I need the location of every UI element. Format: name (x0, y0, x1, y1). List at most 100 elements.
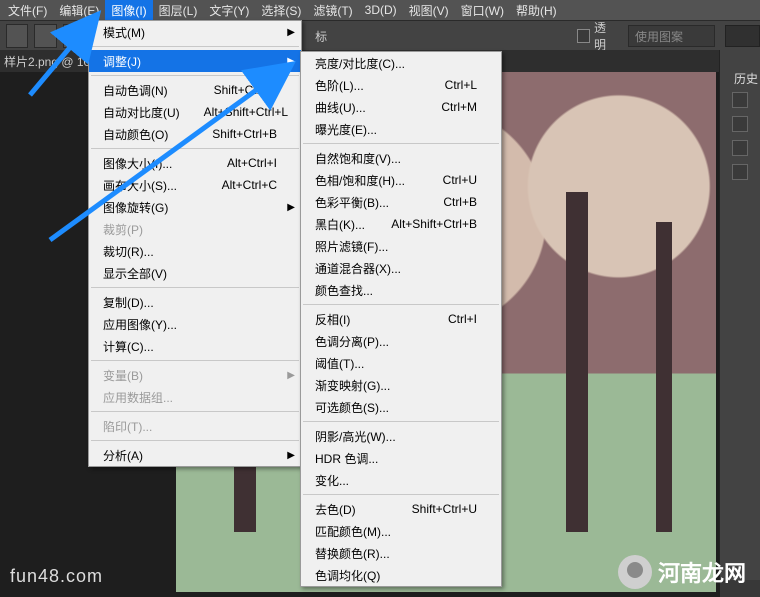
menu-item[interactable]: 黑白(K)...Alt+Shift+Ctrl+B (301, 213, 501, 235)
menu-item[interactable]: 曝光度(E)... (301, 118, 501, 140)
menu-item-shortcut: Alt+Ctrl+C (222, 178, 277, 192)
menu-item-label: 显示全部(V) (103, 265, 277, 282)
menu-item[interactable]: 复制(D)... (89, 291, 301, 313)
menu-item[interactable]: 替换颜色(R)... (301, 542, 501, 564)
menubar-item[interactable]: 选择(S) (255, 0, 307, 21)
menu-item[interactable]: 图像旋转(G) ▶ (89, 196, 301, 218)
menubar-item[interactable]: 滤镜(T) (307, 0, 358, 21)
menu-item-label: 照片滤镜(F)... (315, 238, 477, 255)
menu-item[interactable]: 阈值(T)... (301, 352, 501, 374)
opt-button-2[interactable] (34, 24, 56, 48)
menu-item[interactable]: 渐变映射(G)... (301, 374, 501, 396)
menu-item[interactable]: 计算(C)... (89, 335, 301, 357)
menubar-item[interactable]: 编辑(E) (53, 0, 105, 21)
menu-item[interactable]: 曲线(U)...Ctrl+M (301, 96, 501, 118)
menu-item[interactable]: 裁切(R)... (89, 240, 301, 262)
menu-separator (303, 304, 499, 305)
menu-item-label: 图像旋转(G) (103, 199, 277, 216)
menu-item-label: 阈值(T)... (315, 355, 477, 372)
menu-item-label: 应用数据组... (103, 389, 277, 406)
opt-button-1[interactable] (6, 24, 28, 48)
menu-item[interactable]: 色调分离(P)... (301, 330, 501, 352)
submenu-arrow-icon: ▶ (287, 370, 295, 381)
menu-item-label: 色调分离(P)... (315, 333, 477, 350)
menu-separator (91, 411, 299, 412)
menubar-item[interactable]: 帮助(H) (510, 0, 563, 21)
menu-item[interactable]: 色彩平衡(B)...Ctrl+B (301, 191, 501, 213)
opt-button-3[interactable] (63, 24, 85, 48)
menu-item[interactable]: 色阶(L)...Ctrl+L (301, 74, 501, 96)
menubar-item[interactable]: 窗口(W) (455, 0, 510, 21)
menu-item[interactable]: 照片滤镜(F)... (301, 235, 501, 257)
menu-item-label: 渐变映射(G)... (315, 377, 477, 394)
menu-item-label: 可选颜色(S)... (315, 399, 477, 416)
menu-item-label: 通道混合器(X)... (315, 260, 477, 277)
menu-item-label: 复制(D)... (103, 294, 277, 311)
menu-item[interactable]: 亮度/对比度(C)... (301, 52, 501, 74)
menubar-item[interactable]: 图层(L) (153, 0, 204, 21)
menu-separator (91, 46, 299, 47)
photo-decor (566, 192, 588, 532)
panel-box-3[interactable] (732, 140, 748, 156)
menu-item[interactable]: HDR 色调... (301, 447, 501, 469)
menubar-item[interactable]: 视图(V) (403, 0, 455, 21)
menu-item[interactable]: 调整(J)▶ (89, 50, 301, 72)
menu-item-label: 曲线(U)... (315, 99, 417, 116)
menu-item[interactable]: 画布大小(S)... Alt+Ctrl+C (89, 174, 301, 196)
submenu-arrow-icon: ▶ (287, 56, 295, 67)
menu-item[interactable]: 色调均化(Q) (301, 564, 501, 586)
menu-item[interactable]: 显示全部(V) (89, 262, 301, 284)
menubar-item[interactable]: 图像(I) (105, 0, 152, 21)
menu-item-label: 去色(D) (315, 501, 388, 518)
menubar-item[interactable]: 3D(D) (359, 1, 403, 19)
menu-separator (303, 421, 499, 422)
submenu-arrow-icon: ▶ (287, 27, 295, 38)
menu-item[interactable]: 自动色调(N)Shift+Ctrl+L (89, 79, 301, 101)
menu-item[interactable]: 图像大小(I)... Alt+Ctrl+I (89, 152, 301, 174)
menu-item-label: 裁剪(P) (103, 221, 277, 238)
history-tab[interactable]: 历史 (734, 70, 758, 87)
menu-item-label: 色调均化(Q) (315, 567, 477, 584)
menu-item[interactable]: 自动颜色(O)Shift+Ctrl+B (89, 123, 301, 145)
menu-item[interactable]: 模式(M)▶ (89, 21, 301, 43)
photo-decor (656, 222, 672, 532)
menu-item[interactable]: 通道混合器(X)... (301, 257, 501, 279)
menu-item-label: 色彩平衡(B)... (315, 194, 419, 211)
menu-item[interactable]: 颜色查找... (301, 279, 501, 301)
menu-item: 变量(B)▶ (89, 364, 301, 386)
menu-item-label: 应用图像(Y)... (103, 316, 277, 333)
right-panel: 历史 (719, 50, 760, 580)
menu-item-label: 图像大小(I)... (103, 155, 203, 172)
panel-box-2[interactable] (732, 116, 748, 132)
menu-item[interactable]: 变化... (301, 469, 501, 491)
menu-separator (91, 360, 299, 361)
menubar-item[interactable]: 文件(F) (2, 0, 53, 21)
menu-item[interactable]: 自然饱和度(V)... (301, 147, 501, 169)
menu-item[interactable]: 匹配颜色(M)... (301, 520, 501, 542)
menu-item-label: 替换颜色(R)... (315, 545, 477, 562)
submenu-arrow-icon: ▶ (287, 202, 295, 213)
menu-item[interactable]: 阴影/高光(W)... (301, 425, 501, 447)
menu-item: 陷印(T)... (89, 415, 301, 437)
menu-item-shortcut: Shift+Ctrl+B (212, 127, 277, 141)
menu-item-label: 亮度/对比度(C)... (315, 55, 477, 72)
menu-item-label: 反相(I) (315, 311, 424, 328)
menu-item[interactable]: 可选颜色(S)... (301, 396, 501, 418)
menu-item[interactable]: 去色(D)Shift+Ctrl+U (301, 498, 501, 520)
panel-box-1[interactable] (732, 92, 748, 108)
transparent-checkbox[interactable]: 透明 (577, 19, 616, 53)
menu-item[interactable]: 反相(I)Ctrl+I (301, 308, 501, 330)
menu-item-shortcut: Alt+Ctrl+I (227, 156, 277, 170)
menu-item-label: 画布大小(S)... (103, 177, 198, 194)
color-swatch[interactable] (725, 25, 760, 47)
menubar-item[interactable]: 文字(Y) (203, 0, 255, 21)
menu-item[interactable]: 自动对比度(U)Alt+Shift+Ctrl+L (89, 101, 301, 123)
menu-separator (91, 440, 299, 441)
menu-item-label: 自动对比度(U) (103, 104, 180, 121)
panel-box-4[interactable] (732, 164, 748, 180)
menu-item[interactable]: 色相/饱和度(H)...Ctrl+U (301, 169, 501, 191)
pattern-dropdown[interactable]: 使用图案 (628, 25, 715, 47)
menu-item[interactable]: 应用图像(Y)... (89, 313, 301, 335)
menu-item-label: 曝光度(E)... (315, 121, 477, 138)
menu-item[interactable]: 分析(A)▶ (89, 444, 301, 466)
